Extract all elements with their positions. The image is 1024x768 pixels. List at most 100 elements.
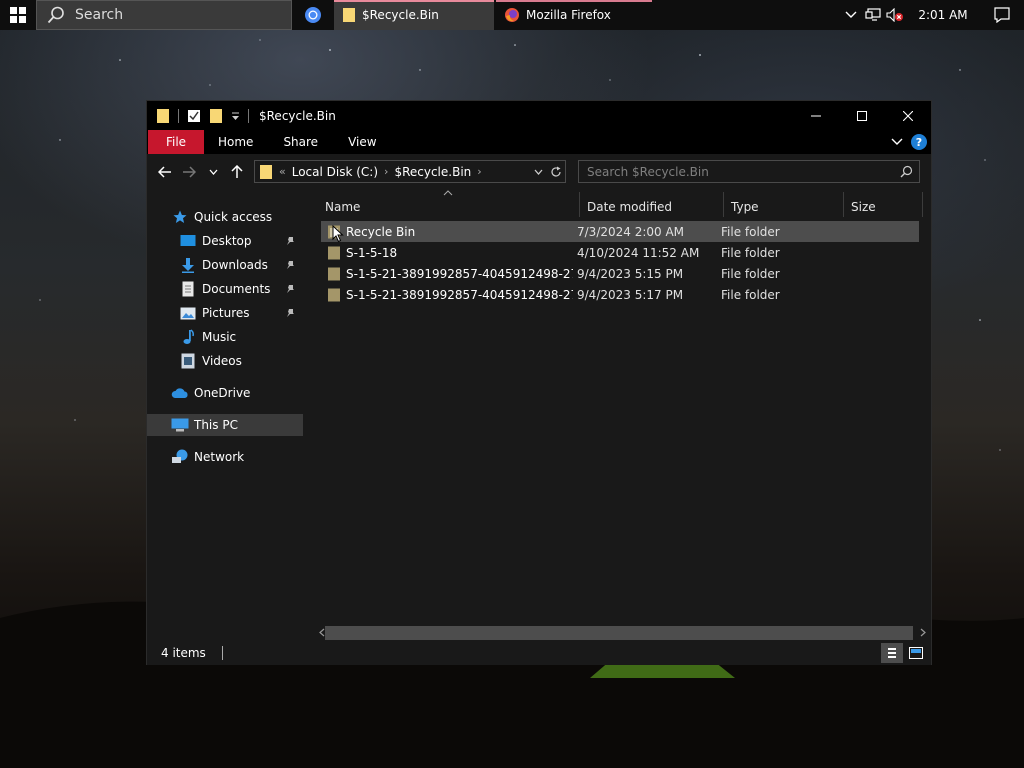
file-date: 9/4/2023 5:15 PM [577, 266, 684, 281]
details-view-button[interactable] [881, 643, 903, 663]
nav-label: Pictures [202, 306, 250, 320]
breadcrumb-separator-icon[interactable]: › [477, 165, 481, 178]
notification-icon [994, 7, 1010, 23]
volume-tray-button[interactable] [884, 0, 906, 30]
window-controls [793, 101, 931, 130]
pictures-icon [179, 304, 197, 322]
system-tray: 2:01 AM [840, 0, 1024, 30]
video-film-icon [179, 352, 197, 370]
file-row[interactable]: S-1-5-18 4/10/2024 11:52 AM File folder [321, 242, 919, 263]
minimize-button[interactable] [793, 101, 839, 130]
file-size [841, 284, 911, 305]
large-icons-view-button[interactable] [905, 643, 927, 663]
pin-icon[interactable] [285, 260, 295, 270]
windows-logo-icon [10, 7, 26, 23]
new-folder-icon[interactable] [209, 108, 223, 124]
status-divider [221, 646, 223, 660]
scroll-right-button[interactable] [914, 624, 931, 641]
show-hidden-icons-button[interactable] [840, 0, 862, 30]
file-date: 9/4/2023 5:17 PM [577, 287, 684, 302]
address-bar[interactable]: « Local Disk (C:) › $Recycle.Bin › [254, 160, 566, 183]
file-row[interactable]: S-1-5-21-3891992857-4045912498-279436...… [321, 263, 919, 284]
title-bar: $Recycle.Bin [147, 101, 931, 130]
refresh-button[interactable] [547, 161, 565, 182]
firefox-icon [505, 8, 519, 22]
nav-label: Quick access [194, 210, 273, 224]
tab-share[interactable]: Share [267, 130, 332, 154]
breadcrumb-local-disk[interactable]: Local Disk (C:) [292, 165, 378, 179]
horizontal-scrollbar[interactable] [313, 624, 931, 641]
file-name-cell: S-1-5-21-3891992857-4045912498-279436... [327, 263, 573, 284]
folder-icon [328, 246, 340, 259]
expand-ribbon-icon[interactable] [891, 138, 903, 146]
file-name-cell: S-1-5-21-3891992857-4045912498-279436... [327, 284, 573, 305]
search-icon [900, 165, 913, 178]
breadcrumb-recycle-bin[interactable]: $Recycle.Bin [394, 165, 471, 179]
start-button[interactable] [0, 0, 36, 30]
tab-view[interactable]: View [332, 130, 390, 154]
clock[interactable]: 2:01 AM [906, 8, 980, 22]
column-divider[interactable] [922, 192, 923, 217]
search-field[interactable]: Search $Recycle.Bin [578, 160, 920, 183]
nav-label: OneDrive [194, 386, 251, 400]
up-button[interactable] [225, 160, 249, 184]
column-header-size[interactable]: Size [839, 194, 919, 220]
nav-label: Music [202, 330, 237, 344]
details-view-icon [888, 648, 896, 658]
back-button[interactable] [153, 160, 177, 184]
nav-videos[interactable]: Videos [147, 350, 303, 372]
close-button[interactable] [885, 101, 931, 130]
column-header-name[interactable]: Name [313, 194, 569, 220]
breadcrumb-separator-icon[interactable]: › [384, 165, 388, 178]
firefox-taskbar-button[interactable]: Mozilla Firefox [496, 0, 652, 30]
desktop-icon [179, 232, 197, 250]
column-header-type[interactable]: Type [719, 194, 835, 220]
chrome-taskbar-button[interactable] [292, 0, 334, 30]
taskbar-search-placeholder: Search [75, 7, 124, 23]
nav-documents[interactable]: Documents [147, 278, 303, 300]
tab-file[interactable]: File [148, 130, 204, 154]
breadcrumb-overflow[interactable]: « [279, 165, 286, 178]
nav-onedrive[interactable]: OneDrive [147, 382, 303, 404]
nav-downloads[interactable]: Downloads [147, 254, 303, 276]
chevron-right-icon [920, 628, 926, 637]
folder-icon [157, 108, 169, 123]
nav-label: This PC [194, 418, 238, 432]
properties-icon[interactable] [187, 109, 201, 123]
nav-this-pc[interactable]: This PC [147, 414, 303, 436]
action-center-button[interactable] [980, 0, 1024, 30]
nav-network[interactable]: Network [147, 446, 303, 468]
tab-home[interactable]: Home [204, 130, 267, 154]
nav-desktop[interactable]: Desktop [147, 230, 303, 252]
pin-icon[interactable] [285, 284, 295, 294]
file-list: Name Date modified Type Size Recycle Bin… [313, 190, 931, 641]
column-header-date[interactable]: Date modified [575, 194, 719, 220]
file-date: 7/3/2024 2:00 AM [577, 224, 685, 239]
close-icon [903, 110, 913, 121]
explorer-taskbar-button[interactable]: $Recycle.Bin [334, 0, 494, 30]
address-history-button[interactable] [529, 161, 547, 182]
file-name-cell: Recycle Bin [327, 221, 573, 242]
pin-icon[interactable] [285, 308, 295, 318]
folder-icon [328, 288, 340, 301]
pin-icon[interactable] [285, 236, 295, 246]
chevron-left-icon [318, 628, 324, 637]
window-title: $Recycle.Bin [259, 108, 336, 123]
network-tray-button[interactable] [862, 0, 884, 30]
nav-quick-access[interactable]: Quick access [147, 206, 303, 228]
ribbon-controls: ? [891, 130, 931, 154]
music-note-icon [179, 328, 197, 346]
file-row[interactable]: S-1-5-21-3891992857-4045912498-279436...… [321, 284, 919, 305]
scrollbar-thumb[interactable] [325, 625, 913, 640]
maximize-icon [857, 110, 867, 121]
maximize-button[interactable] [839, 101, 885, 130]
arrow-right-icon [183, 166, 196, 178]
customize-dropdown-icon[interactable] [231, 111, 240, 121]
nav-pictures[interactable]: Pictures [147, 302, 303, 324]
recent-locations-button[interactable] [201, 160, 225, 184]
forward-button[interactable] [177, 160, 201, 184]
file-row[interactable]: Recycle Bin 7/3/2024 2:00 AM File folder [321, 221, 919, 242]
help-button[interactable]: ? [911, 134, 927, 150]
nav-music[interactable]: Music [147, 326, 303, 348]
taskbar-search-box[interactable]: Search [36, 0, 292, 30]
